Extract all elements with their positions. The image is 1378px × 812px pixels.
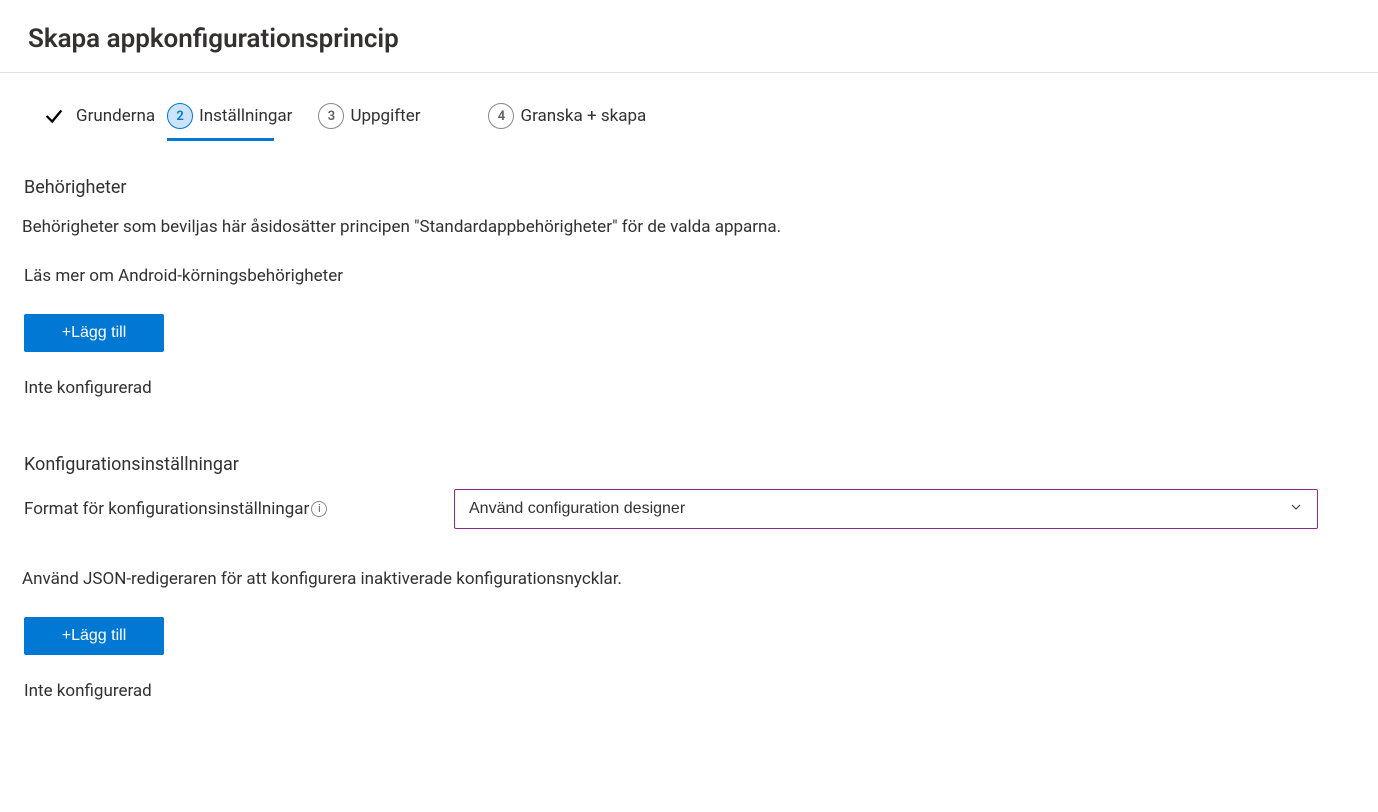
step-number-badge: 4 bbox=[488, 103, 514, 129]
format-select[interactable]: Använd configuration designer bbox=[454, 489, 1318, 529]
main-content: Grunderna 2 Inställningar 3 Uppgifter 4 … bbox=[0, 73, 1378, 741]
add-config-button[interactable]: +Lägg till bbox=[24, 617, 164, 655]
permissions-status: Inte konfigurerad bbox=[20, 378, 1358, 398]
info-icon[interactable]: i bbox=[311, 501, 327, 517]
json-editor-description: Använd JSON-redigeraren för att konfigur… bbox=[20, 569, 1358, 589]
permissions-heading: Behörigheter bbox=[20, 177, 1358, 198]
step-number-badge: 2 bbox=[167, 103, 193, 129]
step-assignments[interactable]: 3 Uppgifter bbox=[318, 103, 430, 139]
step-label: Uppgifter bbox=[350, 106, 420, 126]
permissions-description: Behörigheter som beviljas här åsidosätte… bbox=[20, 216, 1358, 240]
step-number-badge: 3 bbox=[318, 103, 344, 129]
step-settings[interactable]: 2 Inställningar bbox=[167, 103, 302, 139]
format-select-wrapper: Använd configuration designer bbox=[454, 489, 1318, 529]
page-title: Skapa appkonfigurationsprincip bbox=[28, 24, 1350, 54]
config-heading: Konfigurationsinställningar bbox=[20, 454, 1358, 475]
step-label: Inställningar bbox=[199, 106, 292, 126]
config-status: Inte konfigurerad bbox=[20, 681, 1358, 701]
step-review-create[interactable]: 4 Granska + skapa bbox=[488, 103, 656, 139]
learn-more-link[interactable]: Läs mer om Android-körningsbehörigheter bbox=[20, 266, 1358, 286]
format-row: Format för konfigurationsinställningar i… bbox=[20, 489, 1358, 529]
wizard-stepper: Grunderna 2 Inställningar 3 Uppgifter 4 … bbox=[20, 73, 1358, 139]
step-label: Granska + skapa bbox=[520, 106, 646, 126]
step-label: Grunderna bbox=[76, 106, 155, 126]
format-label-text: Format för konfigurationsinställningar bbox=[24, 499, 309, 519]
page-header: Skapa appkonfigurationsprincip bbox=[0, 0, 1378, 73]
checkmark-icon bbox=[42, 104, 66, 128]
step-basics[interactable]: Grunderna bbox=[42, 104, 165, 138]
add-permission-button[interactable]: +Lägg till bbox=[24, 314, 164, 352]
format-label: Format för konfigurationsinställningar i bbox=[24, 499, 454, 519]
